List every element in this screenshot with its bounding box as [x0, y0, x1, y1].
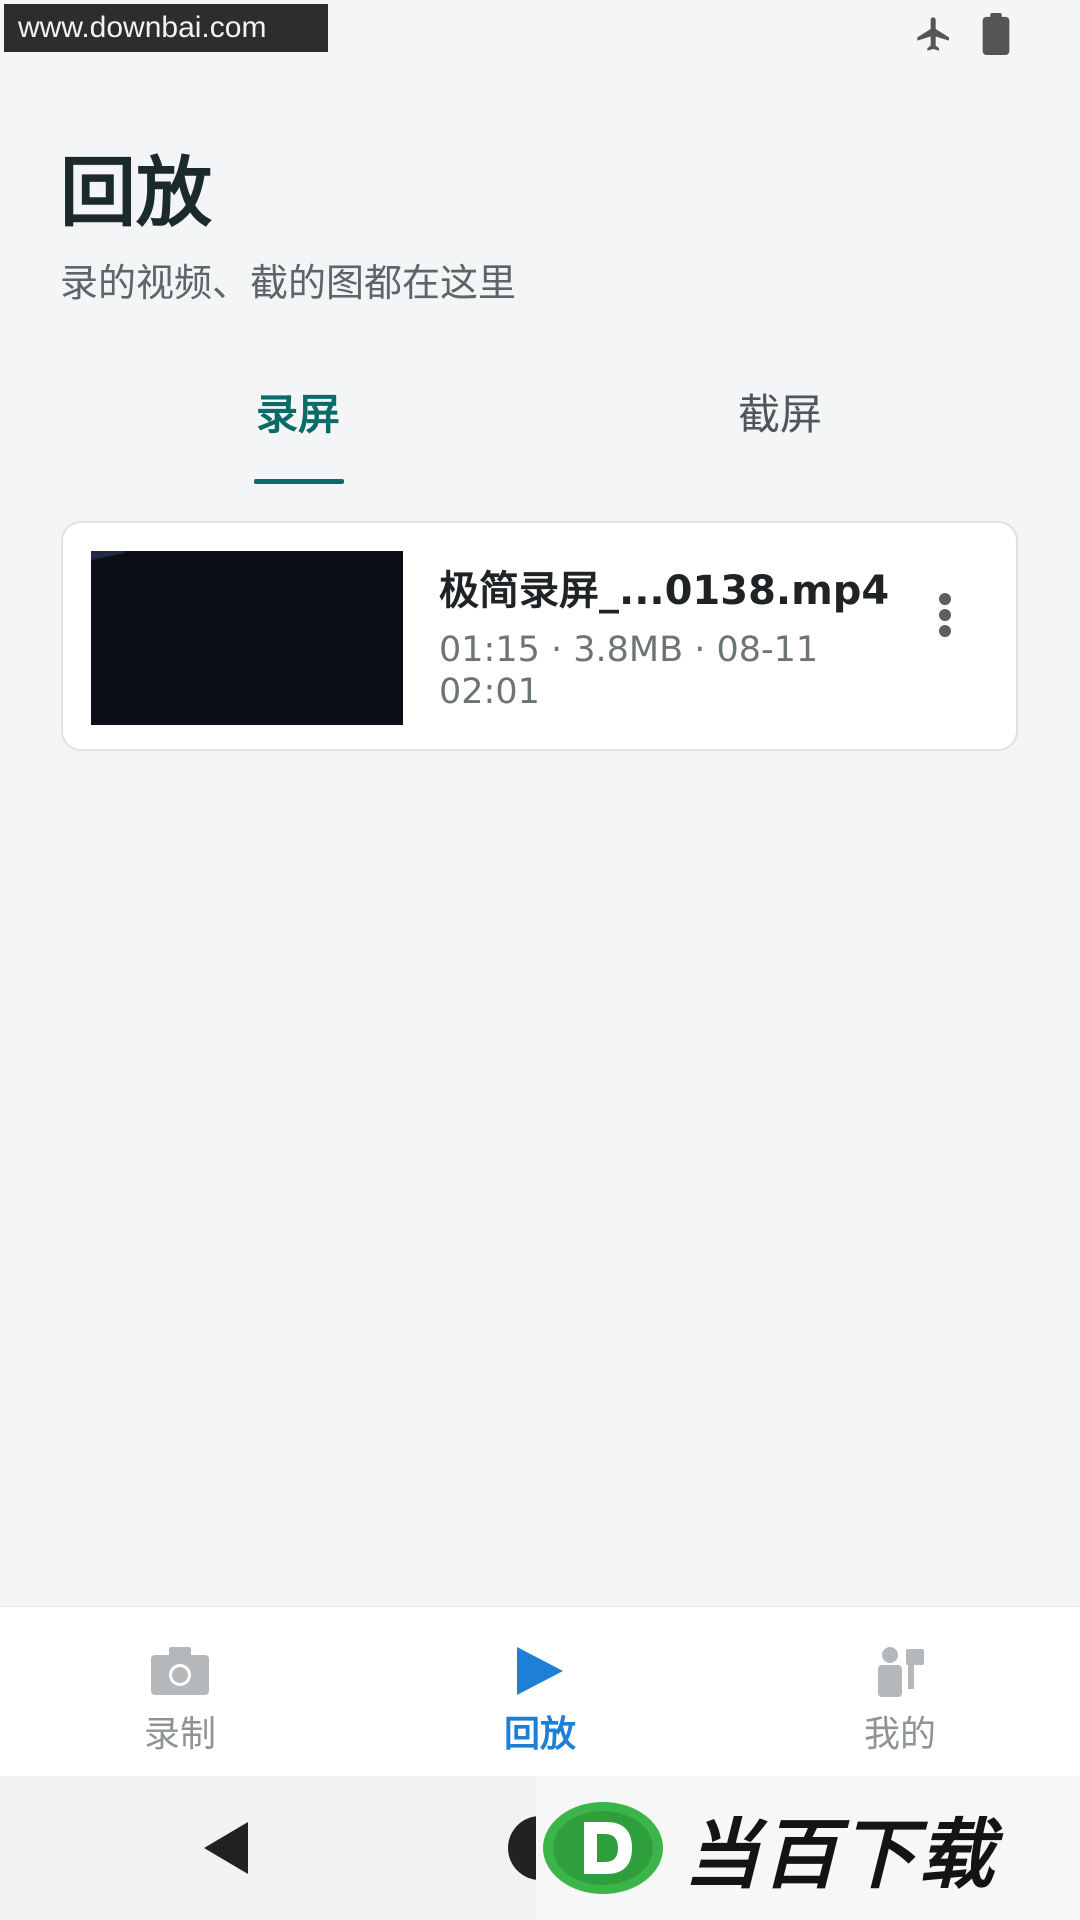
tab-screenshot[interactable]: 截屏	[738, 380, 822, 486]
watermark: www.downbai.com	[4, 4, 328, 52]
camera-icon	[150, 1643, 210, 1699]
playback-screen: www.downbai.com 回放 录的视频、截的图都在这里 录屏 截屏 极简…	[0, 0, 1080, 1920]
back-icon[interactable]	[200, 1818, 260, 1878]
more-vertical-icon	[939, 593, 951, 637]
nav-label: 回放	[503, 1714, 576, 1755]
status-bar: www.downbai.com	[0, 0, 1080, 72]
play-icon	[510, 1643, 570, 1699]
brand-text: 当百下载	[684, 1810, 996, 1899]
file-name: 极简录屏_...0138.mp4	[439, 568, 890, 614]
page-title: 回放	[60, 148, 212, 237]
battery-icon	[982, 13, 1010, 59]
brand-d-logo-icon	[543, 1802, 663, 1894]
bottom-navigation: 录制 回放 我的	[0, 1606, 1080, 1777]
file-meta: 01:15 · 3.8MB · 08-11 02:01	[439, 630, 819, 712]
video-thumbnail[interactable]	[91, 551, 403, 725]
nav-label: 录制	[143, 1714, 216, 1755]
tab-label: 截屏	[738, 390, 823, 439]
tab-screen-record[interactable]: 录屏	[254, 380, 344, 486]
nav-item-record[interactable]: 录制	[80, 1607, 280, 1777]
page-subtitle: 录的视频、截的图都在这里	[60, 261, 517, 305]
airplane-mode-icon	[914, 14, 954, 58]
nav-item-playback[interactable]: 回放	[440, 1607, 640, 1777]
brand-watermark-logo: 当百下载	[536, 1776, 1080, 1920]
tab-bar: 录屏 截屏	[60, 380, 1020, 486]
nav-label: 我的	[863, 1714, 936, 1755]
more-options-button[interactable]	[915, 565, 975, 665]
tab-label: 录屏	[256, 390, 341, 439]
status-icons	[914, 13, 1010, 59]
nav-item-mine[interactable]: 我的	[800, 1607, 1000, 1777]
recording-list-item[interactable]: 极简录屏_...0138.mp4 01:15 · 3.8MB · 08-11 0…	[61, 521, 1018, 751]
user-icon	[870, 1643, 930, 1699]
tab-indicator	[254, 479, 344, 484]
